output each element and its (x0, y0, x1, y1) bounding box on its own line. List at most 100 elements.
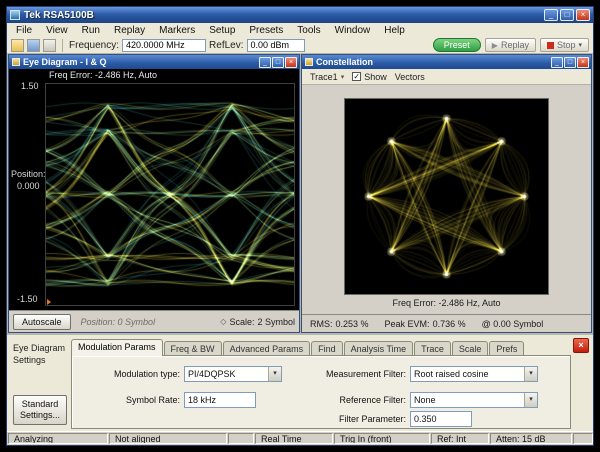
constellation-minimize-icon[interactable]: _ (551, 57, 563, 68)
tab-prefs[interactable]: Prefs (489, 341, 524, 356)
settings-panel: Eye Diagram Settings Standard Settings..… (7, 335, 593, 433)
eye-scale-readout[interactable]: ◇ Scale: 2 Symbol (220, 317, 295, 327)
eye-minimize-icon[interactable]: _ (259, 57, 271, 68)
eye-plot-frame (45, 83, 295, 306)
standard-settings-line1: Standard (14, 399, 66, 410)
peak-evm-value: 0.736 % (433, 319, 466, 329)
constellation-plot-area: Freq Error: -2.486 Hz, Auto (302, 85, 591, 314)
menu-view[interactable]: View (39, 25, 75, 36)
eye-axis-max: 1.50 (21, 81, 39, 91)
eye-panel-title: Eye Diagram - I & Q (23, 57, 107, 67)
eye-panel-titlebar[interactable]: Eye Diagram - I & Q _ □ × (9, 55, 299, 69)
trace-select-label: Trace1 (310, 72, 338, 82)
menu-help[interactable]: Help (377, 25, 412, 36)
modulation-type-value: PI/4DQPSK (188, 369, 236, 379)
constellation-close-icon[interactable]: × (577, 57, 589, 68)
replay-button[interactable]: ▶ Replay (485, 38, 536, 52)
frequency-input[interactable]: 420.0000 MHz (122, 39, 206, 52)
modulation-chevron-down-icon: ▾ (268, 367, 281, 381)
tab-modulation-params[interactable]: Modulation Params (71, 339, 163, 356)
menu-setup[interactable]: Setup (202, 25, 242, 36)
status-filler (573, 433, 593, 444)
window-title: Tek RSA5100B (24, 10, 94, 21)
toolbar-right-group: Preset ▶ Replay Stop ▾ (433, 38, 589, 52)
menu-bar: FileViewRunReplayMarkersSetupPresetsTool… (7, 23, 593, 37)
eye-diagram-panel: Eye Diagram - I & Q _ □ × Freq Error: -2… (8, 54, 300, 333)
reflev-input[interactable]: 0.00 dBm (247, 39, 305, 52)
eye-panel-icon (12, 58, 20, 66)
close-icon[interactable]: × (576, 9, 590, 21)
reflev-label: RefLev: (209, 40, 243, 51)
stop-button[interactable]: Stop ▾ (540, 38, 589, 52)
preset-button[interactable]: Preset (433, 38, 481, 52)
tab-advanced-params[interactable]: Advanced Params (223, 341, 311, 356)
settings-title-line1: Eye Diagram (13, 343, 65, 355)
diamond-icon: ◇ (220, 317, 226, 326)
settings-sidebar-title: Eye Diagram Settings (13, 343, 65, 366)
show-checkbox-label: Show (364, 72, 387, 82)
eye-diagram-canvas (46, 84, 294, 305)
constellation-panel-titlebar[interactable]: Constellation _ □ × (302, 55, 591, 69)
tab-freq-bw[interactable]: Freq & BW (164, 341, 222, 356)
autoscale-button[interactable]: Autoscale (13, 314, 71, 330)
minimize-icon[interactable]: _ (544, 9, 558, 21)
stop-icon (547, 42, 554, 49)
constellation-panel-controls: _ □ × (551, 57, 589, 68)
toolbar-separator (62, 39, 63, 52)
filter-parameter-label: Filter Parameter: (294, 414, 406, 424)
eye-close-icon[interactable]: × (285, 57, 297, 68)
eye-position-value: 0.000 (17, 181, 40, 191)
eye-scale-value: 2 Symbol (257, 317, 295, 327)
measurement-chevron-down-icon: ▾ (524, 367, 537, 381)
menu-window[interactable]: Window (328, 25, 378, 36)
open-icon[interactable] (11, 39, 24, 52)
menu-file[interactable]: File (9, 25, 39, 36)
status-analyzing: Analyzing (8, 433, 108, 444)
modulation-type-select[interactable]: PI/4DQPSK ▾ (184, 366, 282, 382)
vectors-label: Vectors (395, 72, 425, 82)
symbol-rate-input[interactable]: 18 kHz (184, 392, 256, 408)
tab-scale[interactable]: Scale (452, 341, 489, 356)
print-icon[interactable] (43, 39, 56, 52)
tab-find[interactable]: Find (311, 341, 343, 356)
screenshot-root: Tek RSA5100B _ □ × FileViewRunReplayMark… (0, 0, 600, 452)
trigger-marker-icon (47, 299, 51, 305)
settings-close-icon[interactable]: × (573, 338, 589, 353)
show-checkbox-group[interactable]: ✓ Show (352, 72, 387, 82)
tab-trace[interactable]: Trace (414, 341, 451, 356)
app-window: Tek RSA5100B _ □ × FileViewRunReplayMark… (6, 6, 594, 446)
replay-button-label: Replay (501, 40, 529, 50)
constellation-panel-icon (305, 58, 313, 66)
rms-label: RMS: (310, 319, 333, 329)
modulation-type-label: Modulation type: (80, 369, 180, 379)
menu-replay[interactable]: Replay (107, 25, 152, 36)
rms-readout: RMS: 0.253 % (310, 319, 369, 329)
eye-axis-min: -1.50 (17, 294, 38, 304)
eye-panel-controls: _ □ × (259, 57, 297, 68)
menu-run[interactable]: Run (75, 25, 107, 36)
measurement-filter-select[interactable]: Root raised cosine ▾ (410, 366, 538, 382)
menu-tools[interactable]: Tools (290, 25, 327, 36)
save-icon[interactable] (27, 39, 40, 52)
eye-maximize-icon[interactable]: □ (272, 57, 284, 68)
reference-filter-select[interactable]: None ▾ (410, 392, 538, 408)
trace-select[interactable]: Trace1 ▾ (310, 72, 344, 82)
constellation-maximize-icon[interactable]: □ (564, 57, 576, 68)
show-checkbox[interactable]: ✓ (352, 72, 361, 81)
settings-tabs: Modulation ParamsFreq & BWAdvanced Param… (71, 339, 525, 356)
tab-analysis-time[interactable]: Analysis Time (344, 341, 414, 356)
app-icon (10, 10, 20, 20)
status-alignment: Not aligned (109, 433, 227, 444)
menu-markers[interactable]: Markers (152, 25, 202, 36)
eye-freq-error: Freq Error: -2.486 Hz, Auto (49, 70, 157, 80)
constellation-toolbar: Trace1 ▾ ✓ Show Vectors (302, 69, 591, 85)
filter-parameter-input[interactable]: 0.350 (410, 411, 472, 427)
menu-presets[interactable]: Presets (242, 25, 290, 36)
standard-settings-button[interactable]: Standard Settings... (13, 395, 67, 425)
trace-chevron-down-icon: ▾ (341, 73, 345, 81)
eye-plot-area: Freq Error: -2.486 Hz, Auto 1.50 Positio… (9, 69, 299, 310)
status-trigger: Trig In (front) (334, 433, 430, 444)
status-spacer (228, 433, 254, 444)
client-area: Eye Diagram - I & Q _ □ × Freq Error: -2… (7, 54, 593, 335)
maximize-icon[interactable]: □ (560, 9, 574, 21)
